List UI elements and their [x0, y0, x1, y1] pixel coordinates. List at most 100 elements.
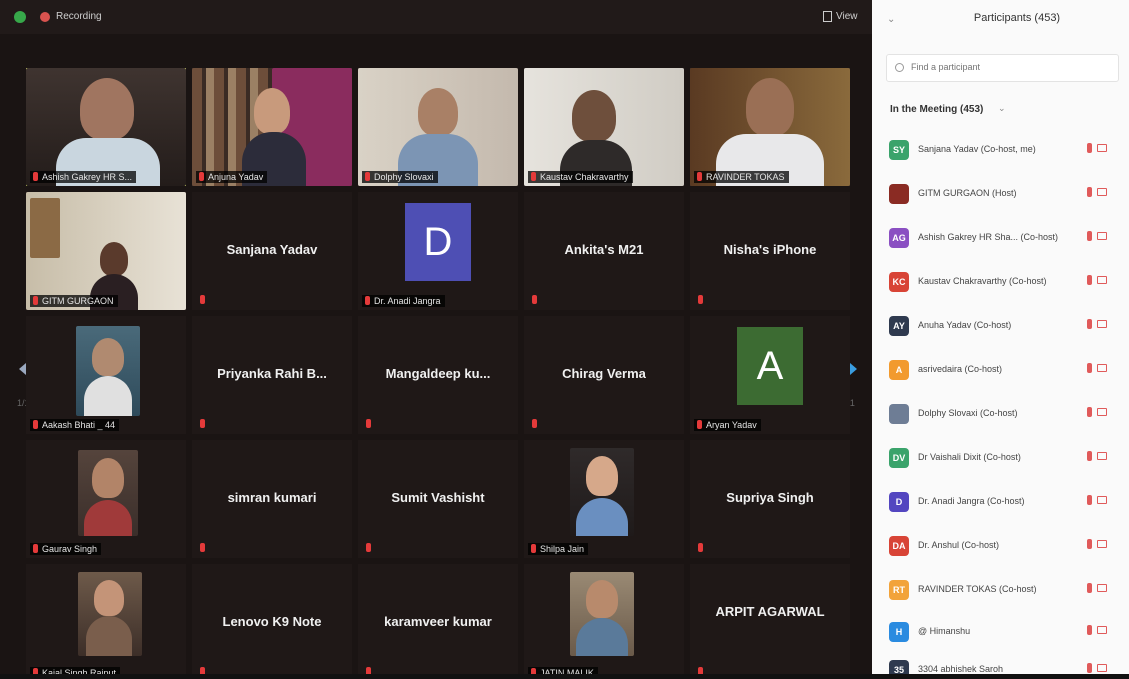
video-off-icon[interactable]	[1097, 584, 1107, 592]
participant-row[interactable]: KC Kaustav Chakravarthy (Co-host)	[872, 262, 1129, 302]
participant-row[interactable]: SY Sanjana Yadav (Co-host, me)	[872, 130, 1129, 170]
participant-row[interactable]: D Dr. Anadi Jangra (Co-host)	[872, 482, 1129, 522]
participant-tile[interactable]: Ankita's M21	[524, 192, 684, 310]
video-tile[interactable]: Ashish Gakrey HR S...	[26, 68, 186, 186]
participant-avatar: DV	[889, 448, 909, 468]
video-off-icon[interactable]	[1097, 496, 1107, 504]
participant-tile[interactable]: Supriya Singh	[690, 440, 850, 558]
participant-row[interactable]: AY Anuha Yadav (Co-host)	[872, 306, 1129, 346]
chevron-down-icon[interactable]: ⌄	[887, 14, 895, 25]
mic-muted-icon[interactable]	[1087, 187, 1092, 197]
participant-avatar: DA	[889, 536, 909, 556]
participant-tile[interactable]: Priyanka Rahi B...	[192, 316, 352, 434]
participant-name: Dr Vaishali Dixit (Co-host)	[918, 452, 1021, 462]
video-off-icon[interactable]	[1097, 540, 1107, 548]
video-off-icon[interactable]	[1097, 664, 1107, 672]
video-off-icon[interactable]	[1097, 276, 1107, 284]
participant-row[interactable]: 35 3304 abhishek Saroh	[872, 650, 1129, 676]
view-button[interactable]: View	[836, 11, 858, 22]
participant-tile[interactable]: Mangaldeep ku...	[358, 316, 518, 434]
participant-row[interactable]: A asrivedaira (Co-host)	[872, 350, 1129, 390]
security-shield-icon[interactable]	[14, 11, 26, 23]
participant-avatar: RT	[889, 580, 909, 600]
participant-search[interactable]	[886, 54, 1119, 82]
video-off-icon[interactable]	[1097, 364, 1107, 372]
participant-tile[interactable]: D Dr. Anadi Jangra	[358, 192, 518, 310]
mic-muted-icon[interactable]	[1087, 231, 1092, 241]
participant-name: Dolphy Slovaxi (Co-host)	[918, 408, 1018, 418]
mic-muted-icon[interactable]	[1087, 143, 1092, 153]
mic-muted-icon[interactable]	[1087, 625, 1092, 635]
video-gallery-grid: Ashish Gakrey HR S... Anjuna Yadav Dolph…	[26, 68, 850, 679]
participant-name-label: RAVINDER TOKAS	[694, 171, 789, 183]
mic-muted-icon[interactable]	[1087, 407, 1092, 417]
mic-muted-icon[interactable]	[1087, 495, 1092, 505]
participant-tile[interactable]: Kajal Singh Rajput	[26, 564, 186, 679]
participant-name: Sanjana Yadav (Co-host, me)	[918, 144, 1036, 154]
mic-muted-icon[interactable]	[1087, 583, 1092, 593]
video-off-icon[interactable]	[1097, 626, 1107, 634]
participant-avatar: A	[737, 327, 803, 405]
video-tile[interactable]: Dolphy Slovaxi	[358, 68, 518, 186]
recording-icon	[40, 12, 50, 22]
participant-avatar	[889, 404, 909, 424]
participant-name: Ankita's M21	[564, 242, 644, 257]
participant-tile[interactable]: Nisha's iPhone	[690, 192, 850, 310]
participant-name-label: Anjuna Yadav	[196, 171, 268, 183]
participant-row[interactable]: AG Ashish Gakrey HR Sha... (Co-host)	[872, 218, 1129, 258]
participant-tile[interactable]: Gaurav Singh	[26, 440, 186, 558]
video-off-icon[interactable]	[1097, 144, 1107, 152]
participant-name: Sumit Vashisht	[391, 490, 485, 505]
muted-mic-icon	[33, 172, 38, 181]
mic-muted-icon[interactable]	[1087, 363, 1092, 373]
participant-name: asrivedaira (Co-host)	[918, 364, 1003, 374]
participant-tile[interactable]: A Aryan Yadav	[690, 316, 850, 434]
muted-mic-icon	[698, 543, 703, 552]
participant-tile[interactable]: Sanjana Yadav	[192, 192, 352, 310]
participant-row[interactable]: DV Dr Vaishali Dixit (Co-host)	[872, 438, 1129, 478]
video-off-icon[interactable]	[1097, 320, 1107, 328]
participant-tile[interactable]: Lenovo K9 Note	[192, 564, 352, 679]
participant-name: 3304 abhishek Saroh	[918, 664, 1004, 674]
video-tile[interactable]: GITM GURGAON	[26, 192, 186, 310]
participants-panel: ⌄ Participants (453) In the Meeting (453…	[872, 0, 1129, 679]
mic-muted-icon[interactable]	[1087, 539, 1092, 549]
participant-row[interactable]: DA Dr. Anshul (Co-host)	[872, 526, 1129, 566]
participant-name-label: Kaustav Chakravarthy	[528, 171, 633, 183]
mic-muted-icon[interactable]	[1087, 451, 1092, 461]
muted-mic-icon	[532, 295, 537, 304]
video-tile[interactable]: RAVINDER TOKAS	[690, 68, 850, 186]
participant-row[interactable]: RT RAVINDER TOKAS (Co-host)	[872, 570, 1129, 610]
search-input[interactable]	[909, 61, 1103, 73]
participant-row[interactable]: GITM GURGAON (Host)	[872, 174, 1129, 214]
muted-mic-icon	[199, 172, 204, 181]
mic-muted-icon[interactable]	[1087, 663, 1092, 673]
participant-tile[interactable]: Shilpa Jain	[524, 440, 684, 558]
participant-name: GITM GURGAON (Host)	[918, 188, 1017, 198]
section-title[interactable]: In the Meeting (453)	[890, 104, 983, 115]
participant-tile[interactable]: Aakash Bhati _ 44	[26, 316, 186, 434]
muted-mic-icon	[33, 544, 38, 553]
participant-tile[interactable]: ARPIT AGARWAL	[690, 564, 850, 679]
video-off-icon[interactable]	[1097, 188, 1107, 196]
muted-mic-icon	[366, 543, 371, 552]
view-grid-icon[interactable]	[823, 11, 832, 22]
participant-tile[interactable]: simran kumari	[192, 440, 352, 558]
participant-row[interactable]: Dolphy Slovaxi (Co-host)	[872, 394, 1129, 434]
mic-muted-icon[interactable]	[1087, 319, 1092, 329]
participant-name: Sanjana Yadav	[226, 242, 318, 257]
video-off-icon[interactable]	[1097, 452, 1107, 460]
participant-tile[interactable]: Sumit Vashisht	[358, 440, 518, 558]
participant-tile[interactable]: Chirag Verma	[524, 316, 684, 434]
video-tile[interactable]: Anjuna Yadav	[192, 68, 352, 186]
participant-row[interactable]: H @ Himanshu	[872, 612, 1129, 652]
participant-tile[interactable]: karamveer kumar	[358, 564, 518, 679]
chevron-down-icon[interactable]: ⌄	[998, 103, 1006, 114]
participant-tile[interactable]: JATIN MALIK	[524, 564, 684, 679]
participant-name: @ Himanshu	[918, 626, 971, 636]
muted-mic-icon	[698, 295, 703, 304]
video-tile[interactable]: Kaustav Chakravarthy	[524, 68, 684, 186]
video-off-icon[interactable]	[1097, 232, 1107, 240]
video-off-icon[interactable]	[1097, 408, 1107, 416]
mic-muted-icon[interactable]	[1087, 275, 1092, 285]
